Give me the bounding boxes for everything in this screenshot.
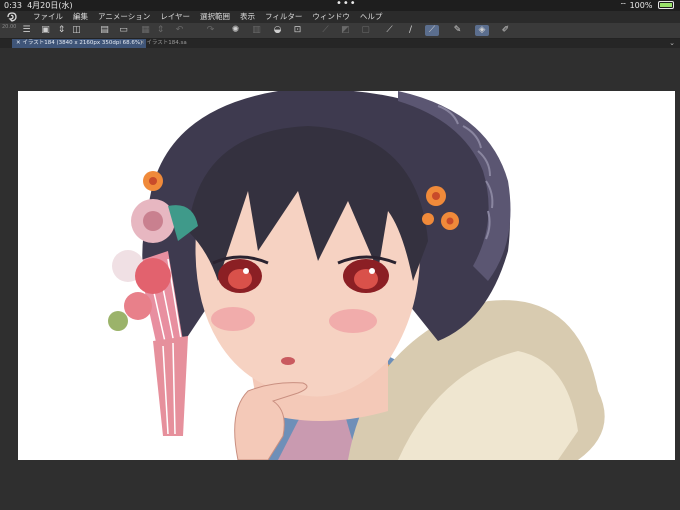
command-bar: ☰ ▣ ⇕ ◫ ▤ ▭ ▦ ⇕ ↶ ↷ ✺ ▥ ◒ ⊡ ⟋ ◩ ▢ ⟋ ∕ ⟋ … [0,23,680,39]
tab-inactive[interactable]: ✕ イラスト184.sa [136,39,191,48]
status-time: 0:33 [4,1,22,10]
stepper2-icon[interactable]: ⇕ [155,25,166,36]
status-date: 4月20日(水) [27,1,73,10]
menu-window[interactable]: ウィンドウ [307,11,355,23]
deselect-icon[interactable]: ◩ [340,25,351,36]
pen-tool-icon[interactable]: ✎ [452,25,463,36]
wifi-icon: ⌔ [619,1,628,10]
undo-icon[interactable]: ↶ [174,25,185,36]
status-bar: 0:33 4月20日(水) ••• ⌔ 100% [0,0,680,11]
app-logo-icon[interactable] [6,12,18,22]
tab-inactive-label: イラスト184.sa [146,40,187,46]
pen-icon[interactable]: ⟋ [384,25,395,36]
gallery-icon[interactable]: ◫ [71,25,82,36]
battery-percent: 100% [629,1,653,10]
invert-icon[interactable]: ▢ [360,25,371,36]
tab-active[interactable]: ✕ イラスト184 (3840 x 2160px 350dpi 68.6%) [12,39,147,48]
stepper-icon[interactable]: ⇕ [56,25,67,36]
menu-file[interactable]: ファイル [28,11,68,23]
menu-edit[interactable]: 編集 [68,11,93,23]
fill-icon[interactable]: ◒ [272,25,283,36]
canvas-tab-bar: ✕ イラスト184 (3840 x 2160px 350dpi 68.6%) ✕… [0,39,680,48]
artwork-illustration [108,91,605,460]
menu-bar: ファイル 編集 アニメーション レイヤー 選択範囲 表示 フィルター ウィンドウ… [0,11,680,23]
selected-tool-icon[interactable]: ⟋ [425,25,439,36]
status-right: ⌔ 100% [619,0,674,11]
transform-icon[interactable]: ⟋ [320,25,331,36]
menu-selection[interactable]: 選択範囲 [195,11,235,23]
menu-animation[interactable]: アニメーション [93,11,155,23]
edit-icon[interactable]: ✐ [500,25,511,36]
eraser-icon[interactable]: ◈ [475,25,489,36]
loading-icon[interactable]: ✺ [230,25,241,36]
chevron-down-icon[interactable]: ⌄ [669,39,675,48]
menu-filter[interactable]: フィルター [260,11,307,23]
clear-icon[interactable]: ▥ [251,25,262,36]
open-folder-icon[interactable]: ▭ [118,25,129,36]
crop-icon[interactable]: ⊡ [292,25,303,36]
multitask-dots[interactable]: ••• [336,0,357,9]
menu-view[interactable]: 表示 [235,11,260,23]
menu-help[interactable]: ヘルプ [355,11,388,23]
battery-icon [658,1,674,9]
menu-list: ファイル 編集 アニメーション レイヤー 選択範囲 表示 フィルター ウィンドウ… [28,11,387,23]
hamburger-icon[interactable]: ☰ [21,25,32,36]
zoom-label: 20.00 [2,24,17,30]
new-file-icon[interactable]: ▣ [40,25,51,36]
menu-layer[interactable]: レイヤー [155,11,195,23]
status-time-date: 0:33 4月20日(水) [4,0,73,11]
save-icon[interactable]: ▦ [140,25,151,36]
brush-icon[interactable]: ∕ [405,25,416,36]
new-canvas-icon[interactable]: ▤ [99,25,110,36]
drawing-canvas[interactable] [18,91,675,460]
redo-icon[interactable]: ↷ [205,25,216,36]
tab-active-label: イラスト184 (3840 x 2160px 350dpi 68.6%) [22,40,143,46]
